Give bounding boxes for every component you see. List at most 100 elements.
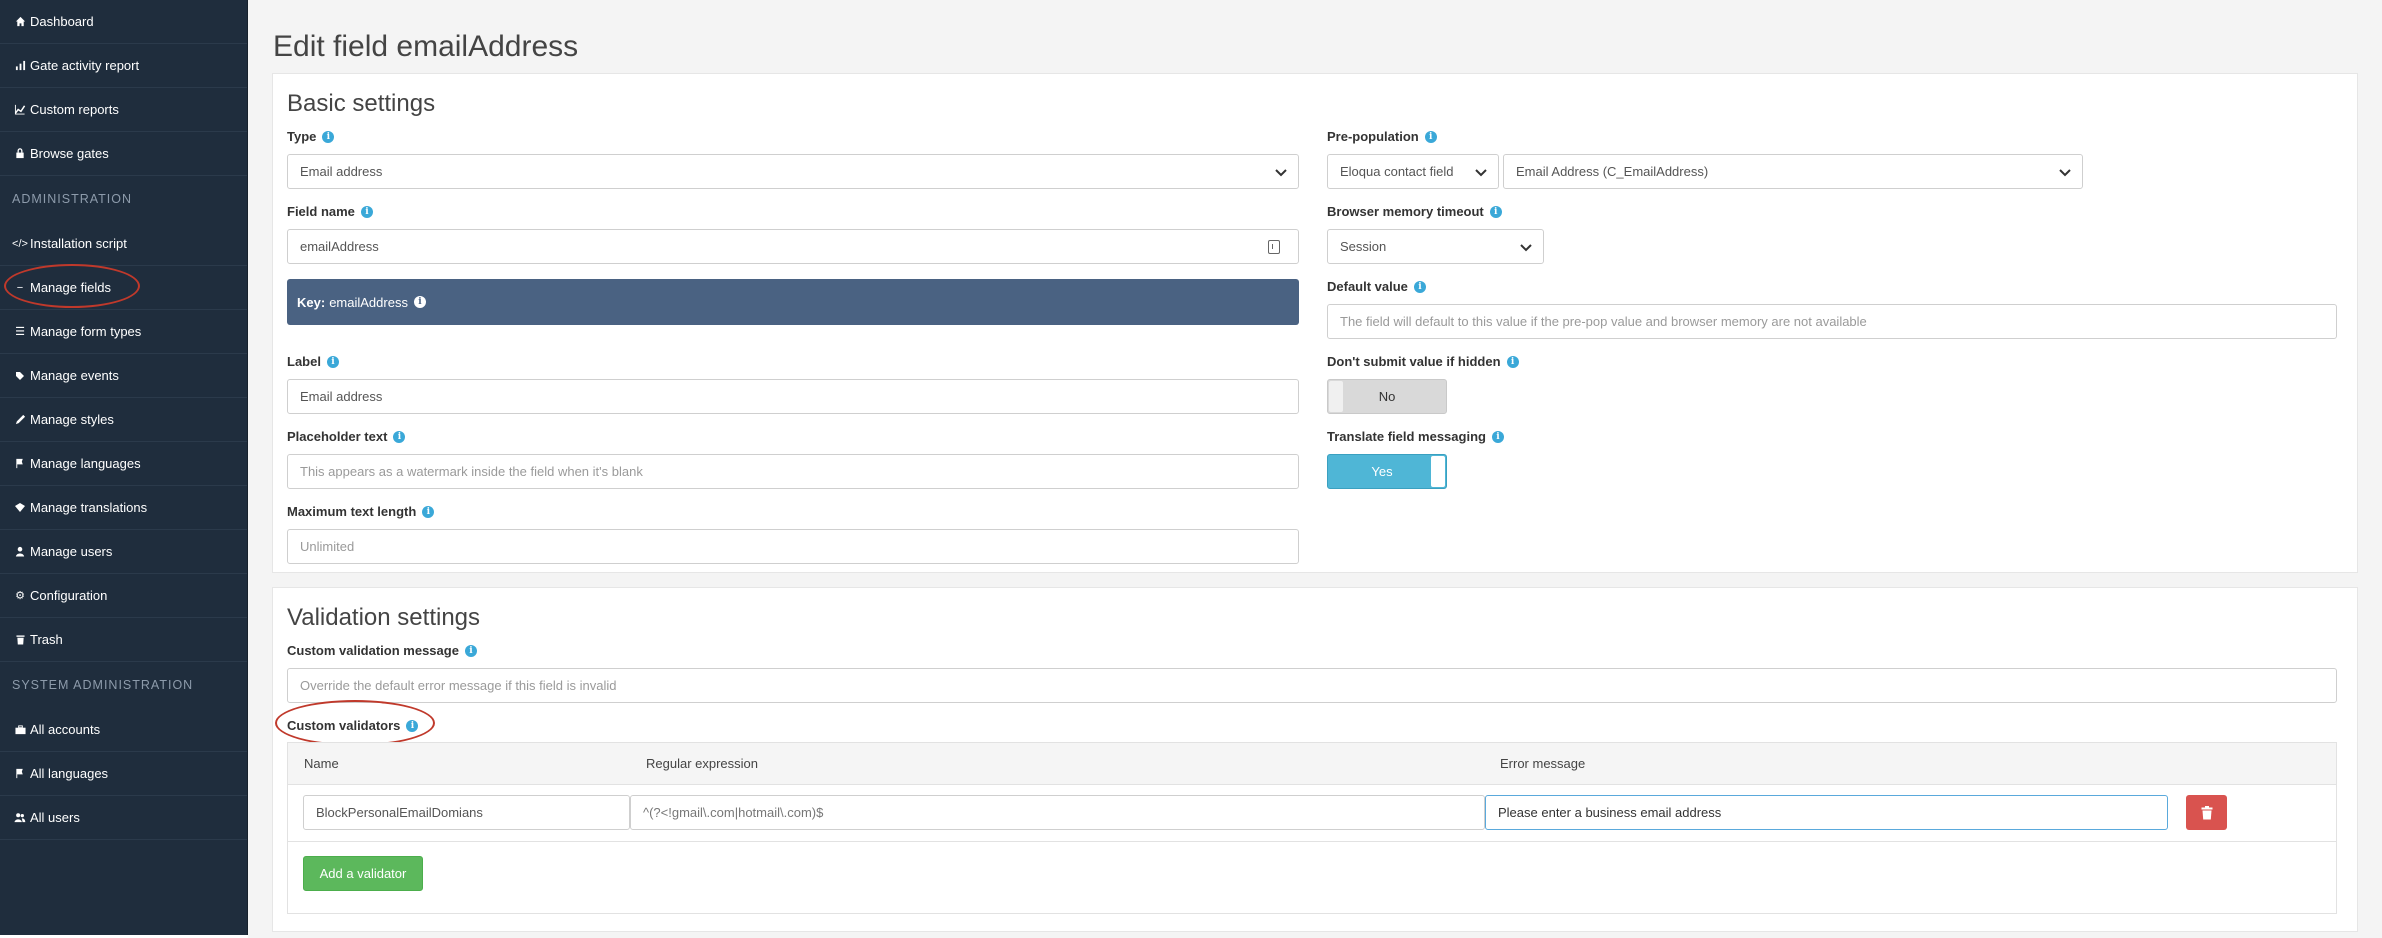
sidebar-item-label: Manage styles <box>30 412 114 427</box>
sidebar-item-trash[interactable]: Trash <box>0 618 247 662</box>
placeholder-text-label: Placeholder text i <box>287 429 406 444</box>
main-content: Edit field emailAddress Basic settings T… <box>248 0 2382 938</box>
info-icon[interactable]: i <box>422 505 435 518</box>
placeholder-text-placeholder: This appears as a watermark inside the f… <box>300 464 643 479</box>
type-label-text: Type <box>287 129 317 144</box>
label-input[interactable]: Email address <box>287 379 1299 414</box>
placeholder-label-text: Placeholder text <box>287 429 388 444</box>
translate-field-messaging-toggle[interactable]: Yes <box>1327 454 1447 489</box>
type-select[interactable]: Email address <box>287 154 1299 189</box>
prepop-field-select[interactable]: Email Address (C_EmailAddress) <box>1503 154 2083 189</box>
memory-value: Session <box>1340 239 1387 254</box>
key-value: emailAddress <box>329 294 408 310</box>
info-icon[interactable]: i <box>326 355 339 368</box>
column-header-error: Error message <box>1500 756 1586 771</box>
prepop-source-select[interactable]: Eloqua contact field <box>1327 154 1499 189</box>
dont-submit-hidden-toggle[interactable]: No <box>1327 379 1447 414</box>
language-icon <box>12 502 28 513</box>
column-header-name: Name <box>304 756 339 771</box>
validator-regex-input[interactable]: ^(?<!gmail\.com|hotmail\.com)$ <box>630 795 1485 830</box>
memory-label-text: Browser memory timeout <box>1327 204 1484 219</box>
sidebar-item-manage-users[interactable]: Manage users <box>0 530 247 574</box>
field-name-label: Field name i <box>287 204 373 219</box>
default-value-input[interactable]: The field will default to this value if … <box>1327 304 2337 339</box>
sidebar-item-label: Manage translations <box>30 500 148 515</box>
column-header-regex: Regular expression <box>646 756 759 771</box>
info-icon[interactable]: i <box>464 644 477 657</box>
info-icon[interactable]: i <box>1491 430 1504 443</box>
sidebar-item-label: Gate activity report <box>30 58 140 73</box>
sidebar-item-label: Installation script <box>30 236 127 251</box>
chevron-down-icon <box>1275 169 1287 177</box>
validators-table: Name Regular expression Error message Bl… <box>287 742 2337 914</box>
custom-msg-label-text: Custom validation message <box>287 643 459 658</box>
sidebar-item-label: Manage fields <box>30 280 111 295</box>
delete-validator-button[interactable] <box>2186 795 2227 830</box>
sidebar-section-system-administration: SYSTEM ADMINISTRATION <box>12 678 194 692</box>
info-icon[interactable]: i <box>360 205 373 218</box>
sidebar-item-custom-reports[interactable]: Custom reports <box>0 88 247 132</box>
list-icon: ☰ <box>15 326 25 338</box>
max-text-length-placeholder: Unlimited <box>300 539 355 554</box>
prepop-label-text: Pre-population <box>1327 129 1419 144</box>
info-icon[interactable]: i <box>413 296 426 308</box>
prepopulation-label: Pre-population i <box>1327 129 1437 144</box>
sidebar-item-label: Manage users <box>30 544 113 559</box>
user-icon <box>12 546 28 557</box>
minus-icon: − <box>16 281 24 294</box>
max-text-length-label: Maximum text length i <box>287 504 435 519</box>
sidebar-item-manage-styles[interactable]: Manage styles <box>0 398 247 442</box>
dont-submit-hidden-label: Don't submit value if hidden i <box>1327 354 1519 369</box>
sidebar-item-manage-form-types[interactable]: ☰ Manage form types <box>0 310 247 354</box>
browser-memory-timeout-label: Browser memory timeout i <box>1327 204 1502 219</box>
info-icon[interactable]: i <box>1413 280 1426 293</box>
sidebar-item-all-accounts[interactable]: All accounts <box>0 708 247 752</box>
custom-validation-message-input[interactable]: Override the default error message if th… <box>287 668 2337 703</box>
field-name-label-text: Field name <box>287 204 355 219</box>
field-name-input[interactable]: emailAddress <box>287 229 1299 264</box>
max-text-length-input[interactable]: Unlimited <box>287 529 1299 564</box>
info-icon[interactable]: i <box>1424 130 1437 143</box>
custom-validation-message-label: Custom validation message i <box>287 643 477 658</box>
users-icon <box>12 812 28 823</box>
info-icon[interactable]: i <box>393 430 406 443</box>
validator-regex-value: ^(?<!gmail\.com|hotmail\.com)$ <box>643 805 824 820</box>
sidebar-item-all-users[interactable]: All users <box>0 796 247 840</box>
sidebar-item-gate-activity-report[interactable]: Gate activity report <box>0 44 247 88</box>
basic-settings-panel: Basic settings Type i Email address Field… <box>272 73 2358 573</box>
browser-memory-timeout-select[interactable]: Session <box>1327 229 1544 264</box>
validator-error-input[interactable]: Please enter a business email address <box>1485 795 2168 830</box>
sidebar-item-dashboard[interactable]: Dashboard <box>0 0 247 44</box>
sidebar-item-installation-script[interactable]: </> Installation script <box>0 222 247 266</box>
info-icon[interactable]: i <box>322 130 335 143</box>
sidebar-item-label: Manage events <box>30 368 119 383</box>
prepop-source-value: Eloqua contact field <box>1340 164 1454 179</box>
validator-name-input[interactable]: BlockPersonalEmailDomians <box>303 795 630 830</box>
sidebar-item-label: Manage form types <box>30 324 142 339</box>
key-label: Key: <box>297 294 326 310</box>
chevron-down-icon <box>1475 169 1487 177</box>
sidebar-item-all-languages[interactable]: All languages <box>0 752 247 796</box>
chevron-down-icon <box>1520 244 1532 252</box>
sidebar-item-manage-events[interactable]: Manage events <box>0 354 247 398</box>
row-divider <box>288 841 2336 842</box>
validators-label-text: Custom validators <box>287 718 401 733</box>
info-icon[interactable]: i <box>1506 355 1519 368</box>
basic-settings-title: Basic settings <box>287 90 436 117</box>
sidebar-item-label: Custom reports <box>30 102 119 117</box>
add-validator-button[interactable]: Add a validator <box>303 856 423 891</box>
label-value: Email address <box>300 389 383 404</box>
sidebar-item-manage-languages[interactable]: Manage languages <box>0 442 247 486</box>
sidebar-item-label: Dashboard <box>30 14 94 29</box>
toggle-knob <box>1329 381 1343 412</box>
info-icon[interactable]: i <box>406 719 419 732</box>
placeholder-text-input[interactable]: This appears as a watermark inside the f… <box>287 454 1299 489</box>
sidebar-item-manage-translations[interactable]: Manage translations <box>0 486 247 530</box>
info-icon[interactable]: i <box>1489 205 1502 218</box>
sidebar-item-configuration[interactable]: ⚙ Configuration <box>0 574 247 618</box>
sidebar: Dashboard Gate activity report Custom re… <box>0 0 248 935</box>
sidebar-item-manage-fields[interactable]: − Manage fields <box>0 266 247 310</box>
default-label-text: Default value <box>1327 279 1408 294</box>
sidebar-item-label: Manage languages <box>30 456 141 471</box>
sidebar-item-browse-gates[interactable]: Browse gates <box>0 132 247 176</box>
